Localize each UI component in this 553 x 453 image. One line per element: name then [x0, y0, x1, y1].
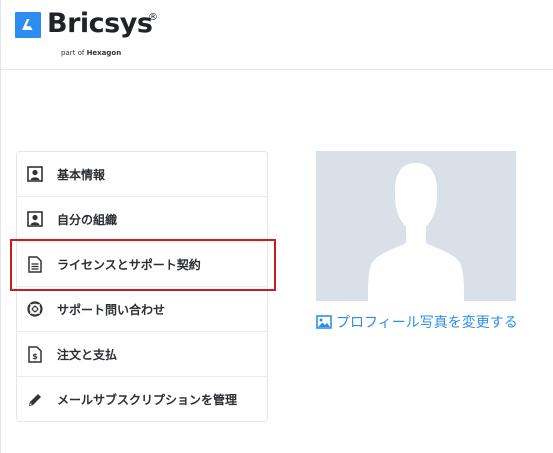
- brand-name[interactable]: Bricsys: [47, 6, 153, 42]
- menu-item-support-inquiry[interactable]: サポート問い合わせ: [17, 287, 267, 332]
- document-icon: [26, 255, 44, 273]
- menu-item-my-organization[interactable]: 自分の組織: [17, 197, 267, 242]
- invoice-icon: $: [26, 345, 44, 363]
- registered-mark: ®: [148, 12, 158, 23]
- header: Bricsys ® part of Hexagon: [1, 0, 553, 70]
- menu-item-label: 自分の組織: [57, 212, 118, 227]
- menu-item-label: サポート問い合わせ: [57, 302, 166, 317]
- menu-item-email-subscriptions[interactable]: メールサブスクリプションを管理: [17, 377, 267, 422]
- menu-item-label: メールサブスクリプションを管理: [57, 393, 238, 407]
- profile-photo-placeholder: [316, 151, 516, 301]
- menu-item-basic-info[interactable]: 基本情報: [17, 152, 267, 197]
- menu-item-orders-payments[interactable]: $ 注文と支払: [17, 332, 267, 377]
- pen-icon: [26, 391, 44, 409]
- user-square-icon: [26, 210, 44, 228]
- tagline-prefix: part of: [61, 49, 85, 57]
- svg-text:$: $: [32, 352, 38, 361]
- menu-item-label: 注文と支払: [57, 347, 118, 362]
- menu-item-label: ライセンスとサポート契約: [57, 257, 201, 272]
- tagline-company: Hexagon: [86, 49, 122, 57]
- change-profile-photo-link[interactable]: プロフィール写真を変更する: [316, 312, 518, 332]
- tagline: part of Hexagon: [61, 49, 121, 57]
- menu-item-licenses-support[interactable]: ライセンスとサポート契約: [17, 242, 267, 287]
- image-icon: [316, 315, 332, 329]
- lifebuoy-icon: [26, 300, 44, 318]
- menu-item-label: 基本情報: [57, 167, 106, 182]
- bricsys-logo-icon[interactable]: [15, 12, 41, 38]
- avatar-silhouette-icon: [368, 163, 464, 301]
- page: Bricsys ® part of Hexagon 基本情報 自分の組織 ライセ…: [0, 0, 553, 453]
- account-menu: 基本情報 自分の組織 ライセンスとサポート契約 サポート問い合わせ $ 注文と支…: [16, 151, 268, 422]
- user-square-icon: [26, 165, 44, 183]
- change-photo-label: プロフィール写真を変更する: [336, 315, 518, 331]
